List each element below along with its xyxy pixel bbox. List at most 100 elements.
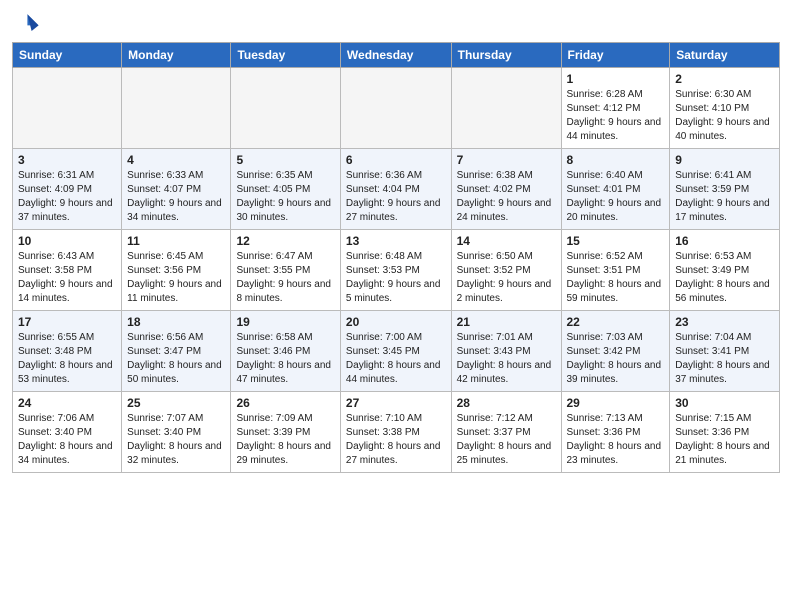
calendar-cell: 3 Sunrise: 6:31 AM Sunset: 4:09 PM Daylig… bbox=[13, 149, 122, 230]
day-info: Sunrise: 6:45 AM Sunset: 3:56 PM Dayligh… bbox=[127, 250, 225, 306]
day-info: Sunrise: 7:10 AM Sunset: 3:38 PM Dayligh… bbox=[346, 412, 446, 468]
day-info: Sunrise: 6:31 AM Sunset: 4:09 PM Dayligh… bbox=[18, 169, 116, 225]
day-info: Sunrise: 6:35 AM Sunset: 4:05 PM Dayligh… bbox=[236, 169, 334, 225]
calendar-header-row: SundayMondayTuesdayWednesdayThursdayFrid… bbox=[13, 43, 780, 68]
day-info: Sunrise: 6:41 AM Sunset: 3:59 PM Dayligh… bbox=[675, 169, 774, 225]
day-number: 12 bbox=[236, 234, 334, 248]
day-info: Sunrise: 6:48 AM Sunset: 3:53 PM Dayligh… bbox=[346, 250, 446, 306]
calendar-week-4: 24 Sunrise: 7:06 AM Sunset: 3:40 PM Dayli… bbox=[13, 392, 780, 473]
day-info: Sunrise: 6:50 AM Sunset: 3:52 PM Dayligh… bbox=[457, 250, 556, 306]
day-number: 17 bbox=[18, 315, 116, 329]
day-info: Sunrise: 6:38 AM Sunset: 4:02 PM Dayligh… bbox=[457, 169, 556, 225]
day-info: Sunrise: 7:06 AM Sunset: 3:40 PM Dayligh… bbox=[18, 412, 116, 468]
calendar-header-monday: Monday bbox=[122, 43, 231, 68]
day-number: 20 bbox=[346, 315, 446, 329]
calendar-cell: 18 Sunrise: 6:56 AM Sunset: 3:47 PM Dayli… bbox=[122, 311, 231, 392]
day-info: Sunrise: 7:13 AM Sunset: 3:36 PM Dayligh… bbox=[567, 412, 665, 468]
calendar-cell: 21 Sunrise: 7:01 AM Sunset: 3:43 PM Dayli… bbox=[451, 311, 561, 392]
calendar-cell: 16 Sunrise: 6:53 AM Sunset: 3:49 PM Dayli… bbox=[670, 230, 780, 311]
day-number: 21 bbox=[457, 315, 556, 329]
calendar-cell: 30Sunrise: 7:15 AM Sunset: 3:36 PM Dayli… bbox=[670, 392, 780, 473]
day-info: Sunrise: 7:09 AM Sunset: 3:39 PM Dayligh… bbox=[236, 412, 334, 468]
day-info: Sunrise: 7:03 AM Sunset: 3:42 PM Dayligh… bbox=[567, 331, 665, 387]
day-info: Sunrise: 7:12 AM Sunset: 3:37 PM Dayligh… bbox=[457, 412, 556, 468]
day-number: 27 bbox=[346, 396, 446, 410]
calendar-header-sunday: Sunday bbox=[13, 43, 122, 68]
calendar-week-1: 3 Sunrise: 6:31 AM Sunset: 4:09 PM Daylig… bbox=[13, 149, 780, 230]
calendar-cell: 27 Sunrise: 7:10 AM Sunset: 3:38 PM Dayli… bbox=[340, 392, 451, 473]
day-number: 5 bbox=[236, 153, 334, 167]
calendar-header-saturday: Saturday bbox=[670, 43, 780, 68]
calendar-cell: 11 Sunrise: 6:45 AM Sunset: 3:56 PM Dayli… bbox=[122, 230, 231, 311]
logo-icon bbox=[12, 10, 40, 38]
logo bbox=[12, 10, 42, 38]
day-number: 16 bbox=[675, 234, 774, 248]
calendar-week-0: 1Sunrise: 6:28 AM Sunset: 4:12 PM Daylig… bbox=[13, 68, 780, 149]
calendar-header-wednesday: Wednesday bbox=[340, 43, 451, 68]
calendar-week-2: 10 Sunrise: 6:43 AM Sunset: 3:58 PM Dayli… bbox=[13, 230, 780, 311]
calendar-cell: 17 Sunrise: 6:55 AM Sunset: 3:48 PM Dayli… bbox=[13, 311, 122, 392]
calendar-cell bbox=[122, 68, 231, 149]
calendar-cell: 7 Sunrise: 6:38 AM Sunset: 4:02 PM Daylig… bbox=[451, 149, 561, 230]
day-info: Sunrise: 6:47 AM Sunset: 3:55 PM Dayligh… bbox=[236, 250, 334, 306]
calendar-cell: 15Sunrise: 6:52 AM Sunset: 3:51 PM Dayli… bbox=[561, 230, 670, 311]
day-number: 30 bbox=[675, 396, 774, 410]
day-number: 19 bbox=[236, 315, 334, 329]
day-info: Sunrise: 6:58 AM Sunset: 3:46 PM Dayligh… bbox=[236, 331, 334, 387]
page: SundayMondayTuesdayWednesdayThursdayFrid… bbox=[0, 0, 792, 612]
day-number: 8 bbox=[567, 153, 665, 167]
calendar-cell: 12 Sunrise: 6:47 AM Sunset: 3:55 PM Dayli… bbox=[231, 230, 340, 311]
day-info: Sunrise: 6:53 AM Sunset: 3:49 PM Dayligh… bbox=[675, 250, 774, 306]
calendar-header-friday: Friday bbox=[561, 43, 670, 68]
calendar-cell: 23Sunrise: 7:04 AM Sunset: 3:41 PM Dayli… bbox=[670, 311, 780, 392]
day-info: Sunrise: 7:00 AM Sunset: 3:45 PM Dayligh… bbox=[346, 331, 446, 387]
calendar-cell: 19 Sunrise: 6:58 AM Sunset: 3:46 PM Dayli… bbox=[231, 311, 340, 392]
day-info: Sunrise: 6:33 AM Sunset: 4:07 PM Dayligh… bbox=[127, 169, 225, 225]
day-info: Sunrise: 6:40 AM Sunset: 4:01 PM Dayligh… bbox=[567, 169, 665, 225]
day-number: 1 bbox=[567, 72, 665, 86]
day-info: Sunrise: 6:30 AM Sunset: 4:10 PM Dayligh… bbox=[675, 88, 774, 144]
calendar-cell: 10 Sunrise: 6:43 AM Sunset: 3:58 PM Dayli… bbox=[13, 230, 122, 311]
header bbox=[12, 10, 780, 38]
calendar-cell: 20 Sunrise: 7:00 AM Sunset: 3:45 PM Dayli… bbox=[340, 311, 451, 392]
day-number: 4 bbox=[127, 153, 225, 167]
day-info: Sunrise: 6:43 AM Sunset: 3:58 PM Dayligh… bbox=[18, 250, 116, 306]
calendar-cell: 9Sunrise: 6:41 AM Sunset: 3:59 PM Daylig… bbox=[670, 149, 780, 230]
day-info: Sunrise: 7:07 AM Sunset: 3:40 PM Dayligh… bbox=[127, 412, 225, 468]
day-number: 24 bbox=[18, 396, 116, 410]
calendar-cell bbox=[340, 68, 451, 149]
calendar-cell: 1Sunrise: 6:28 AM Sunset: 4:12 PM Daylig… bbox=[561, 68, 670, 149]
calendar-header-thursday: Thursday bbox=[451, 43, 561, 68]
day-number: 28 bbox=[457, 396, 556, 410]
day-number: 11 bbox=[127, 234, 225, 248]
day-info: Sunrise: 6:55 AM Sunset: 3:48 PM Dayligh… bbox=[18, 331, 116, 387]
day-number: 7 bbox=[457, 153, 556, 167]
day-number: 25 bbox=[127, 396, 225, 410]
day-info: Sunrise: 6:56 AM Sunset: 3:47 PM Dayligh… bbox=[127, 331, 225, 387]
day-info: Sunrise: 6:36 AM Sunset: 4:04 PM Dayligh… bbox=[346, 169, 446, 225]
calendar-table: SundayMondayTuesdayWednesdayThursdayFrid… bbox=[12, 42, 780, 473]
day-number: 26 bbox=[236, 396, 334, 410]
day-number: 23 bbox=[675, 315, 774, 329]
calendar-cell: 29Sunrise: 7:13 AM Sunset: 3:36 PM Dayli… bbox=[561, 392, 670, 473]
calendar-header-tuesday: Tuesday bbox=[231, 43, 340, 68]
calendar-cell: 26 Sunrise: 7:09 AM Sunset: 3:39 PM Dayli… bbox=[231, 392, 340, 473]
day-number: 2 bbox=[675, 72, 774, 86]
calendar-cell: 25 Sunrise: 7:07 AM Sunset: 3:40 PM Dayli… bbox=[122, 392, 231, 473]
calendar-cell: 13 Sunrise: 6:48 AM Sunset: 3:53 PM Dayli… bbox=[340, 230, 451, 311]
calendar-cell: 8 Sunrise: 6:40 AM Sunset: 4:01 PM Daylig… bbox=[561, 149, 670, 230]
calendar-cell bbox=[231, 68, 340, 149]
calendar-cell: 4 Sunrise: 6:33 AM Sunset: 4:07 PM Daylig… bbox=[122, 149, 231, 230]
day-number: 15 bbox=[567, 234, 665, 248]
calendar-cell: 2 Sunrise: 6:30 AM Sunset: 4:10 PM Daylig… bbox=[670, 68, 780, 149]
day-number: 13 bbox=[346, 234, 446, 248]
calendar-cell: 6Sunrise: 6:36 AM Sunset: 4:04 PM Daylig… bbox=[340, 149, 451, 230]
calendar-cell bbox=[13, 68, 122, 149]
day-number: 18 bbox=[127, 315, 225, 329]
day-number: 10 bbox=[18, 234, 116, 248]
calendar-week-3: 17 Sunrise: 6:55 AM Sunset: 3:48 PM Dayli… bbox=[13, 311, 780, 392]
day-info: Sunrise: 7:01 AM Sunset: 3:43 PM Dayligh… bbox=[457, 331, 556, 387]
day-number: 3 bbox=[18, 153, 116, 167]
day-number: 22 bbox=[567, 315, 665, 329]
day-number: 14 bbox=[457, 234, 556, 248]
